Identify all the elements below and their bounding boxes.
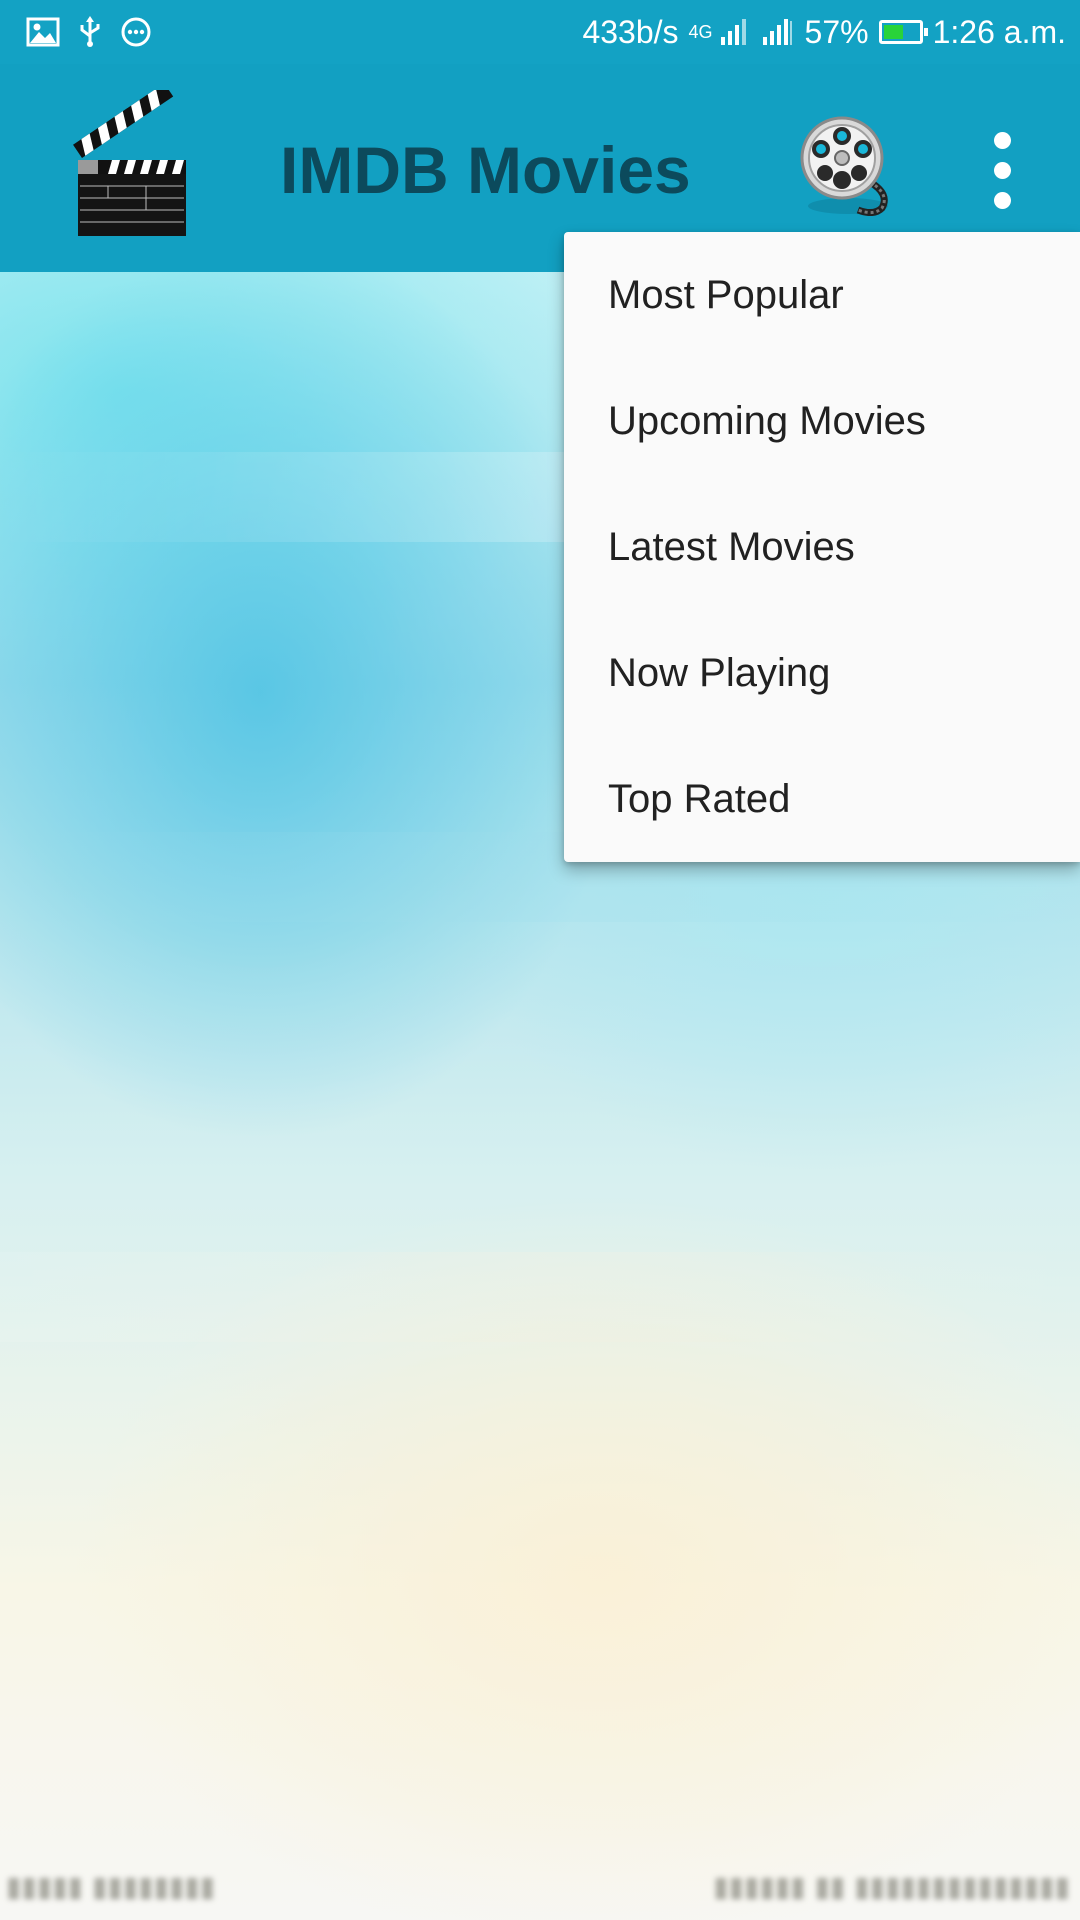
- menu-item-most-popular[interactable]: Most Popular: [564, 232, 1080, 358]
- overflow-menu: Most Popular Upcoming Movies Latest Movi…: [564, 232, 1080, 862]
- clock: 1:26 a.m.: [932, 13, 1066, 50]
- menu-item-top-rated[interactable]: Top Rated: [564, 736, 1080, 862]
- screen: 433b/s 4G 57% 1:26 a.m. IMDB Movies ▮▮▮▮…: [0, 0, 1080, 1920]
- battery-level: [883, 25, 903, 39]
- clapperboard-icon[interactable]: [68, 83, 196, 238]
- network-speed: 433b/s: [582, 13, 679, 50]
- menu-item-now-playing[interactable]: Now Playing: [564, 610, 1080, 736]
- overflow-dot: [994, 132, 1011, 149]
- status-bar: 433b/s 4G 57% 1:26 a.m.: [0, 0, 1080, 64]
- signal-icon: [761, 17, 795, 47]
- image-icon: [26, 17, 60, 47]
- overflow-dot: [994, 192, 1011, 209]
- signal-icon: [719, 17, 751, 47]
- status-right-indicators: 433b/s 4G 57% 1:26 a.m.: [582, 8, 1066, 56]
- network-type: 4G: [688, 21, 713, 42]
- more-dots-icon: [120, 16, 152, 48]
- status-left-icons: [26, 14, 152, 50]
- more-vert-icon[interactable]: [970, 118, 1034, 214]
- footer-blur-right: ▮▮▮▮▮▮ ▮▮ ▮▮▮▮▮▮▮▮▮▮▮▮▮▮: [713, 1870, 1070, 1903]
- battery-icon: [878, 20, 928, 44]
- blur-band: [0, 1252, 1080, 1342]
- app-title: IMDB Movies: [280, 133, 691, 207]
- footer-blur-left: ▮▮▮▮▮ ▮▮▮▮▮▮▮▮: [6, 1870, 216, 1903]
- battery-percent: 57%: [804, 13, 869, 50]
- film-reel-icon[interactable]: [798, 112, 898, 217]
- menu-item-upcoming-movies[interactable]: Upcoming Movies: [564, 358, 1080, 484]
- usb-icon: [78, 16, 102, 48]
- menu-item-latest-movies[interactable]: Latest Movies: [564, 484, 1080, 610]
- overflow-dot: [994, 162, 1011, 179]
